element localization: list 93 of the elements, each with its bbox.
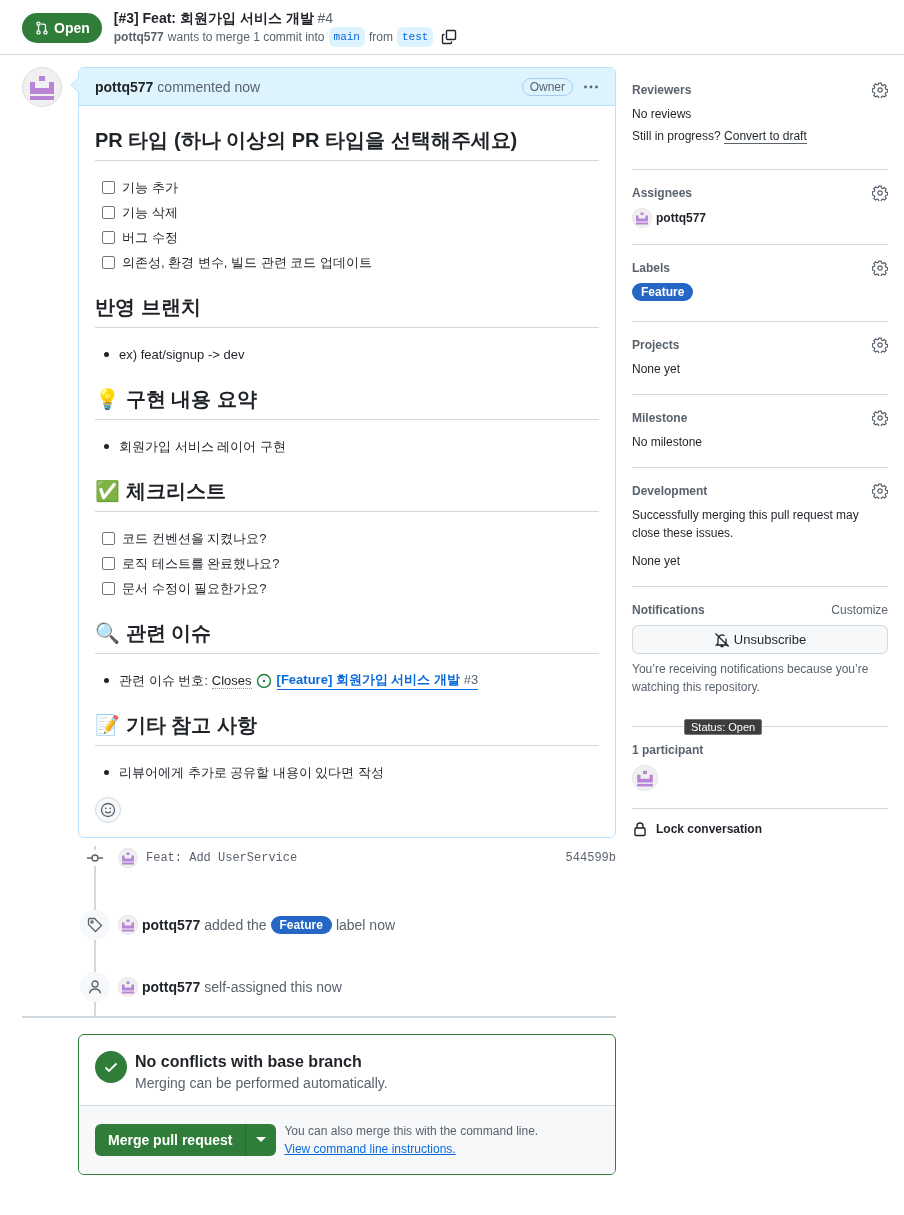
check-circle-icon bbox=[95, 1051, 127, 1083]
avatar bbox=[632, 765, 658, 791]
development-text: Successfully merging this pull request may close these issues. bbox=[632, 507, 860, 542]
checklist-label: 문서 수정이 필요한가요? bbox=[122, 579, 267, 598]
empty-state-text: None yet bbox=[632, 553, 682, 570]
list-item-text: 관련 이슈 번호: bbox=[119, 671, 208, 690]
bullet-dot bbox=[104, 678, 109, 683]
section-heading: 💡 구현 내용 요약 bbox=[95, 375, 599, 420]
settings-icon[interactable] bbox=[872, 82, 888, 98]
checkbox[interactable] bbox=[102, 557, 115, 570]
customize-link[interactable]: Customize bbox=[831, 603, 888, 617]
checkbox[interactable] bbox=[102, 181, 115, 194]
merge-summary: from bbox=[368, 29, 393, 46]
commit-sha[interactable]: 544599b bbox=[565, 851, 616, 865]
checklist-label: 로직 테스트를 완료했나요? bbox=[122, 554, 280, 573]
checklist-label: 기능 삭제 bbox=[122, 203, 178, 222]
section-title: Labels bbox=[632, 261, 670, 275]
checkbox[interactable] bbox=[102, 256, 115, 269]
timeline-event-text: pottq577 self-assigned this now bbox=[142, 979, 342, 995]
tag-icon bbox=[87, 917, 103, 933]
avatar bbox=[118, 848, 138, 868]
smiley-icon bbox=[100, 802, 116, 818]
section-heading: 반영 브랜치 bbox=[95, 283, 599, 328]
checkbox[interactable] bbox=[102, 532, 115, 545]
settings-icon[interactable] bbox=[872, 185, 888, 201]
section-title: Reviewers bbox=[632, 83, 692, 97]
branch-name[interactable]: main bbox=[328, 27, 365, 47]
copy-icon[interactable] bbox=[441, 29, 458, 45]
lock-icon bbox=[632, 821, 648, 837]
timeline-event-text: pottq577 added the bbox=[142, 917, 267, 933]
person-icon bbox=[87, 979, 103, 995]
section-title: Assignees bbox=[632, 186, 693, 200]
section-heading: 🔍 관련 이슈 bbox=[95, 609, 599, 654]
settings-icon[interactable] bbox=[872, 410, 888, 426]
section-heading: ✅ 체크리스트 bbox=[95, 467, 599, 512]
command-line-link[interactable]: View command line instructions. bbox=[284, 1142, 456, 1156]
assignee-name[interactable]: pottq577 bbox=[656, 211, 706, 225]
checkbox[interactable] bbox=[102, 582, 115, 595]
commit-message[interactable]: Feat: Add UserService bbox=[146, 851, 562, 865]
pr-state-badge: Open bbox=[22, 13, 102, 43]
bullet-dot bbox=[104, 770, 109, 775]
tooltip: Status: Open bbox=[684, 719, 763, 735]
section-heading: PR 타입 (하나 이상의 PR 타입을 선택해주세요) bbox=[95, 116, 599, 161]
label-badge[interactable]: Feature bbox=[270, 916, 332, 934]
section-title: Milestone bbox=[632, 411, 688, 425]
section-title: Development bbox=[632, 484, 708, 498]
merge-status-title: No conflicts with base branch bbox=[135, 1052, 363, 1072]
empty-state-text: No milestone bbox=[632, 434, 704, 451]
bullet-dot bbox=[104, 444, 109, 449]
notification-reason: You’re receiving notifications because you’re watching this repository. bbox=[632, 661, 870, 696]
section-title: Projects bbox=[632, 338, 680, 352]
issue-open-icon bbox=[255, 672, 272, 689]
issue-link[interactable]: [Feature] 회원가입 서비스 개발 #3 bbox=[276, 671, 479, 690]
empty-state-text: None yet bbox=[632, 361, 682, 378]
comment-header-text: pottq577 commented now bbox=[95, 78, 261, 95]
checklist-label: 기능 추가 bbox=[122, 178, 178, 197]
checkbox[interactable] bbox=[102, 206, 115, 219]
section-heading: 📝 기타 참고 사항 bbox=[95, 701, 599, 746]
author-name[interactable]: pottq577 bbox=[113, 28, 164, 46]
add-reaction-button[interactable] bbox=[95, 797, 121, 823]
settings-icon[interactable] bbox=[872, 483, 888, 499]
checklist-label: 코드 컨벤션을 지켰나요? bbox=[122, 529, 267, 548]
avatar bbox=[22, 67, 62, 107]
settings-icon[interactable] bbox=[872, 260, 888, 276]
lock-conversation-link[interactable]: Lock conversation bbox=[656, 822, 763, 836]
closes-keyword: Closes bbox=[211, 672, 252, 689]
section-title: 1 participant bbox=[632, 743, 704, 757]
draft-prompt: Still in progress? Convert to draft bbox=[632, 128, 808, 145]
list-item-text: 회원가입 서비스 레이어 구현 bbox=[119, 437, 286, 456]
list-item-text: ex) feat/signup -> dev bbox=[119, 347, 245, 362]
caret-icon bbox=[256, 1137, 267, 1143]
label-badge[interactable]: Feature bbox=[632, 283, 694, 301]
empty-state-text: No reviews bbox=[632, 106, 693, 123]
list-item-text: 리뷰어에게 추가로 공유할 내용이 있다면 작성 bbox=[119, 763, 385, 782]
unsubscribe-button[interactable]: Unsubscribe bbox=[632, 625, 888, 654]
merge-status-text: Merging can be performed automatically. bbox=[135, 1074, 388, 1093]
timeline-event-text: label now bbox=[335, 917, 396, 933]
merge-hint: You can also merge this with the command line. bbox=[284, 1123, 539, 1140]
avatar bbox=[632, 208, 652, 228]
pr-title: [#3] Feat: 회원가입 서비스 개발 #4 bbox=[113, 9, 335, 27]
checklist-label: 의존성, 환경 변수, 빌드 관련 코드 업데이트 bbox=[122, 253, 372, 272]
avatar bbox=[118, 915, 138, 935]
avatar bbox=[118, 977, 138, 997]
convert-to-draft-link[interactable]: Convert to draft bbox=[724, 129, 807, 144]
branch-name[interactable]: test bbox=[396, 27, 434, 47]
bullet-dot bbox=[104, 352, 109, 357]
merge-summary: wants to merge 1 commit into bbox=[167, 29, 325, 46]
checklist-label: 버그 수정 bbox=[122, 228, 178, 247]
section-title: Notifications bbox=[632, 603, 705, 617]
settings-icon[interactable] bbox=[872, 337, 888, 353]
pull-request-icon bbox=[35, 21, 49, 35]
checkbox[interactable] bbox=[102, 231, 115, 244]
bell-slash-icon bbox=[713, 631, 730, 648]
